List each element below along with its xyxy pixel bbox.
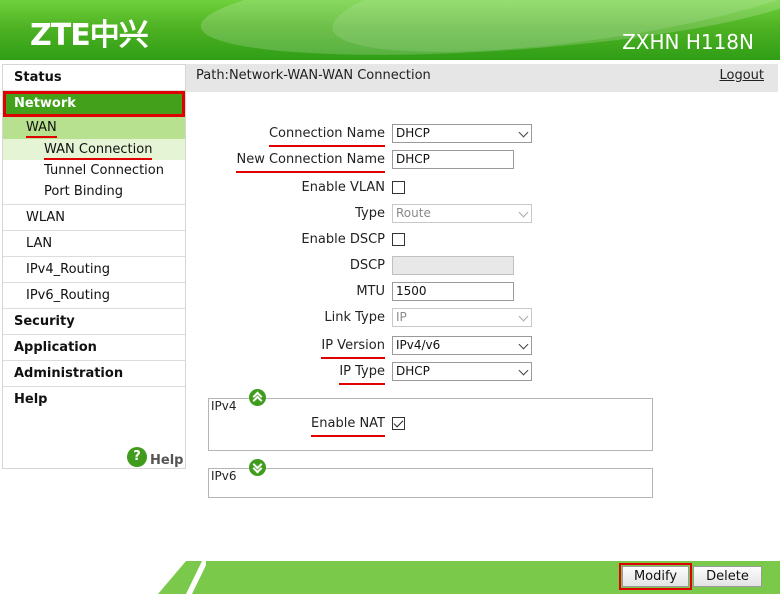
chevron-down-icon [518,339,529,350]
row-enable-vlan: Enable VLAN [0,178,780,200]
collapse-up-icon[interactable] [249,389,266,406]
mtu-input[interactable]: 1500 [392,282,514,301]
connection-name-value: DHCP [396,126,430,140]
delete-button[interactable]: Delete [693,566,762,587]
logout-link[interactable]: Logout [719,64,764,88]
link-type-label: Link Type [324,310,385,325]
row-type: Type Route [0,204,780,226]
help-question-icon: ? [127,446,147,467]
chevron-down-icon [518,127,529,138]
sidebar-item-help[interactable]: Help [3,387,185,413]
enable-dscp-checkbox[interactable] [392,233,405,246]
enable-vlan-checkbox[interactable] [392,181,405,194]
model-name: ZXHN H118N [622,30,754,54]
ipv6-section: IPv6 [208,468,653,498]
ip-type-label: IP Type [339,362,385,385]
enable-nat-label: Enable NAT [311,414,385,437]
chevron-down-icon [518,311,529,322]
ip-version-select[interactable]: IPv4/v6 [392,336,532,355]
link-type-value: IP [396,310,407,324]
row-connection-name: Connection Name DHCP [0,124,780,147]
row-ip-type: IP Type DHCP [0,362,780,385]
mtu-label: MTU [356,284,385,299]
ip-type-value: DHCP [396,364,430,378]
dscp-label: DSCP [349,258,385,273]
type-label: Type [355,206,385,221]
chevron-down-icon [518,365,529,376]
modify-button[interactable]: Modify [619,563,692,590]
sidebar-item-network[interactable]: Network [3,91,185,117]
row-ip-version: IP Version IPv4/v6 [0,336,780,359]
row-new-connection-name: New Connection Name DHCP [0,150,780,173]
type-select[interactable]: Route [392,204,532,223]
row-enable-nat: Enable NAT [0,414,780,437]
row-enable-dscp: Enable DSCP [0,230,780,252]
ip-version-label: IP Version [321,336,385,359]
enable-nat-checkbox[interactable] [392,417,405,430]
row-dscp: DSCP [0,256,780,278]
chevron-down-icon [518,207,529,218]
expand-down-icon[interactable] [249,459,266,476]
help-link-label: Help [150,453,184,468]
ipv4-section-title: IPv4 [211,399,237,413]
enable-vlan-label: Enable VLAN [301,180,385,195]
connection-name-label: Connection Name [268,124,385,147]
sidebar-item-status[interactable]: Status [3,65,185,91]
path-text: Path:Network-WAN-WAN Connection [196,68,431,83]
ipv6-section-title: IPv6 [211,469,237,483]
new-connection-name-label: New Connection Name [236,150,385,173]
row-link-type: Link Type IP [0,308,780,330]
help-link[interactable]: ? Help [127,445,183,468]
path-bar: Path:Network-WAN-WAN Connection Logout [186,64,778,92]
ip-type-select[interactable]: DHCP [392,362,532,381]
row-mtu: MTU 1500 [0,282,780,304]
connection-name-select[interactable]: DHCP [392,124,532,143]
dscp-input[interactable] [392,256,514,275]
ip-version-value: IPv4/v6 [396,338,441,352]
link-type-select[interactable]: IP [392,308,532,327]
enable-dscp-label: Enable DSCP [301,232,385,247]
new-connection-name-input[interactable]: DHCP [392,150,514,169]
zte-logo: ZTE中兴 [30,18,149,53]
header-banner: ZTE中兴 ZXHN H118N [0,0,780,60]
type-value: Route [396,206,431,220]
